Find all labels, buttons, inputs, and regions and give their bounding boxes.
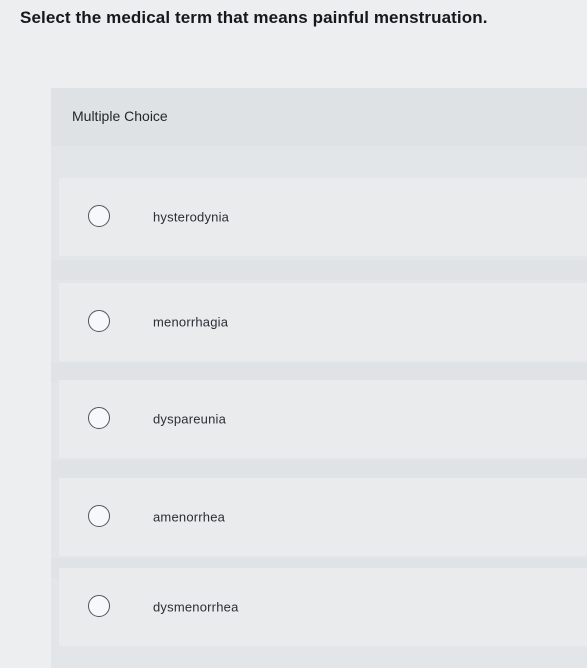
option-hysterodynia[interactable]: hysterodynia: [59, 178, 587, 256]
radio-button[interactable]: [88, 310, 110, 332]
divider: [51, 260, 587, 280]
radio-button[interactable]: [88, 595, 110, 617]
radio-button[interactable]: [88, 505, 110, 527]
option-amenorrhea[interactable]: amenorrhea: [59, 478, 587, 556]
option-label: menorrhagia: [153, 314, 229, 330]
radio-button[interactable]: [88, 205, 110, 227]
option-label: hysterodynia: [153, 209, 230, 225]
divider: [51, 460, 587, 480]
option-dyspareunia[interactable]: dyspareunia: [59, 380, 587, 458]
option-label: amenorrhea: [153, 509, 226, 525]
panel-header: Multiple Choice: [51, 88, 587, 146]
question-text: Select the medical term that means painf…: [20, 8, 488, 27]
section-title: Multiple Choice: [72, 108, 168, 124]
radio-button[interactable]: [88, 407, 110, 429]
option-menorrhagia[interactable]: menorrhagia: [59, 283, 587, 361]
option-label: dyspareunia: [153, 411, 227, 427]
multiple-choice-panel: Multiple Choice hysterodynia menorrhagia…: [51, 88, 587, 668]
option-dysmenorrhea[interactable]: dysmenorrhea: [59, 568, 587, 646]
option-label: dysmenorrhea: [153, 599, 239, 615]
